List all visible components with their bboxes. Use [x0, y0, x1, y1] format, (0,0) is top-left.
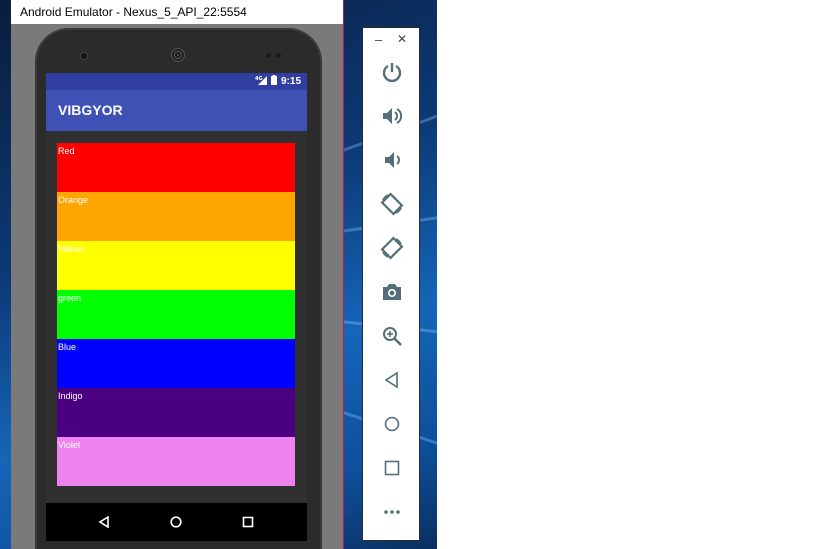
volume-up-button[interactable] [378, 102, 406, 130]
home-icon [384, 416, 400, 432]
emulator-toolbar: – ✕ [362, 27, 420, 541]
earpiece-speaker [171, 48, 185, 62]
home-icon [170, 516, 182, 528]
home-button[interactable] [378, 410, 406, 438]
back-button[interactable] [378, 366, 406, 394]
rotate-left-icon [380, 192, 404, 216]
band-blue[interactable]: Blue [57, 339, 295, 388]
close-button[interactable]: ✕ [397, 32, 407, 46]
band-indigo[interactable]: Indigo [57, 388, 295, 437]
rotate-left-button[interactable] [378, 190, 406, 218]
band-violet[interactable]: Violet [57, 437, 295, 486]
svg-text:4G: 4G [255, 76, 263, 82]
window-title[interactable]: Android Emulator - Nexus_5_API_22:5554 [11, 0, 344, 24]
back-icon [98, 516, 109, 528]
volume-down-icon [385, 152, 400, 168]
band-label: Yellow [58, 244, 84, 254]
nav-back-button[interactable] [84, 503, 124, 541]
emulator-window: Android Emulator - Nexus_5_API_22:5554 4… [11, 0, 344, 549]
proximity-sensor [266, 53, 271, 58]
volume-up-icon [383, 108, 403, 124]
band-red[interactable]: Red [57, 143, 295, 192]
back-icon [384, 371, 398, 389]
status-time: 9:15 [280, 76, 301, 87]
band-label: Violet [58, 440, 81, 450]
front-camera [81, 53, 87, 59]
band-label: Orange [58, 195, 89, 205]
rotate-right-icon [380, 236, 404, 260]
band-orange[interactable]: Orange [57, 192, 295, 241]
band-label: Blue [58, 342, 77, 352]
power-icon [382, 63, 402, 83]
power-button[interactable] [378, 58, 406, 86]
nav-home-button[interactable] [156, 503, 196, 541]
more-button[interactable] [378, 498, 406, 526]
band-label: Indigo [58, 391, 83, 401]
screenshot-button[interactable] [378, 278, 406, 306]
zoom-button[interactable] [378, 322, 406, 350]
camera-icon [383, 284, 401, 300]
overview-icon [384, 460, 400, 476]
minimize-button[interactable]: – [375, 32, 382, 47]
nav-recents-button[interactable] [228, 503, 268, 541]
overview-button[interactable] [378, 454, 406, 482]
recents-icon [242, 516, 254, 528]
band-label: Red [58, 146, 75, 156]
band-yellow[interactable]: Yellow [57, 241, 295, 290]
band-label: green [58, 293, 82, 303]
band-green[interactable]: green [57, 290, 295, 339]
navigation-bar [46, 503, 307, 541]
more-icon [384, 510, 400, 514]
band-list: Red Orange Yellow green Blue Indigo Viol… [46, 131, 307, 503]
volume-down-button[interactable] [378, 146, 406, 174]
rotate-right-button[interactable] [378, 234, 406, 262]
status-bar: 4G 9:15 [46, 73, 307, 90]
lte-signal-icon: 4G [255, 75, 267, 88]
light-sensor [276, 53, 281, 58]
device-screen: 4G 9:15 VIBGYOR Red Orange Yellow green [46, 73, 307, 541]
app-title: VIBGYOR [46, 90, 307, 131]
battery-icon [270, 75, 277, 88]
zoom-icon [383, 327, 402, 346]
